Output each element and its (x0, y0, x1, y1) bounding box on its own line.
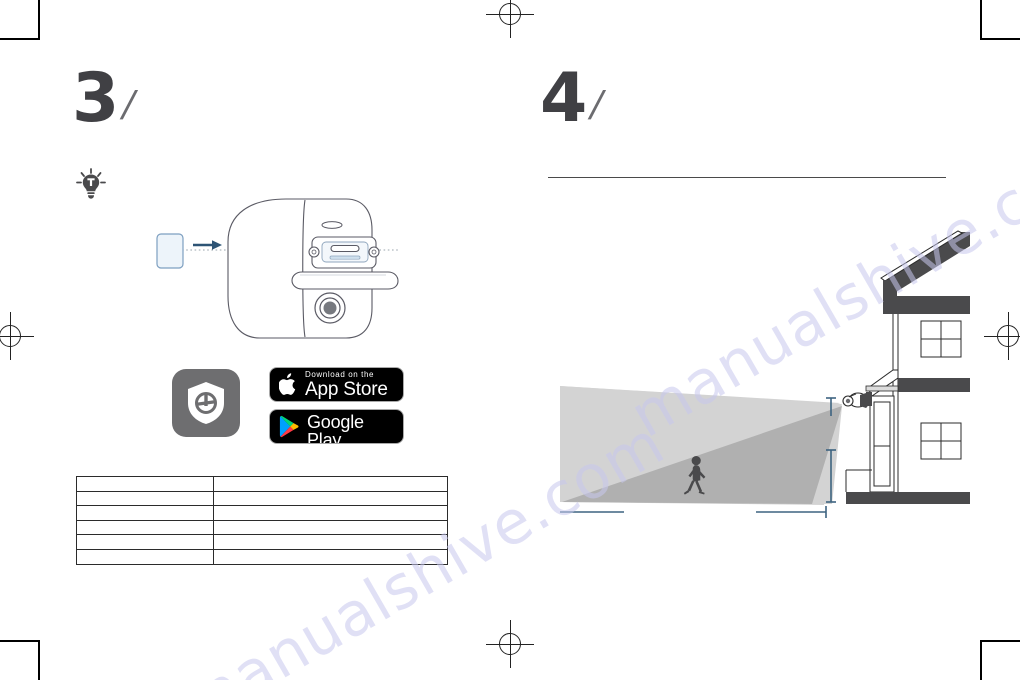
table-cell (213, 548, 448, 565)
google-play-badge[interactable]: GET IT ON Google Play (269, 409, 404, 444)
insert-arrow (193, 240, 222, 250)
table-cell (75, 476, 215, 492)
step-3-slash: / (117, 84, 140, 128)
table-row (75, 490, 448, 507)
table-row (75, 534, 448, 550)
table-cell (75, 505, 215, 521)
table-cell (75, 490, 215, 507)
manual-page-spread: 3 / Download on the App Store Google Pla… (0, 0, 1020, 680)
app-store-badge-text: Download on the App Store (305, 369, 388, 400)
step-4-heading: 4 / (540, 59, 608, 138)
registration-mark-top (486, 0, 534, 38)
table-cell (213, 519, 448, 536)
shield-e-app-icon[interactable] (172, 369, 240, 437)
step-4-slash: / (585, 84, 608, 128)
step-3-heading: 3 / (72, 59, 140, 138)
google-play-triangle-icon (279, 415, 300, 438)
section-divider (548, 177, 946, 178)
apple-icon (279, 373, 298, 396)
table-cell (213, 476, 448, 492)
step-3-number: 3 (72, 59, 119, 138)
table-row (75, 505, 448, 521)
app-store-badge-title: App Store (305, 378, 388, 400)
table-cell (75, 519, 215, 536)
step-4-number: 4 (540, 59, 587, 138)
table-cell (75, 548, 215, 565)
lightbulb-icon (72, 166, 110, 209)
google-play-badge-text: GET IT ON Google Play (307, 410, 394, 444)
mounted-camera-icon (842, 392, 872, 408)
camera-sd-card-insert-illustration (150, 192, 410, 357)
table-cell (75, 534, 215, 550)
table-cell (213, 534, 448, 550)
table-cell (213, 490, 448, 507)
registration-mark-bottom (486, 620, 534, 668)
google-play-badge-title: Google Play (307, 411, 364, 444)
table-row (75, 548, 448, 565)
app-store-badge[interactable]: Download on the App Store (269, 367, 404, 402)
specification-table (75, 476, 448, 565)
registration-mark-right (984, 312, 1020, 360)
table-row (75, 519, 448, 536)
house-facade (845, 230, 970, 504)
registration-mark-left (0, 312, 34, 360)
table-row (75, 476, 448, 492)
camera-installation-coverage-diagram (540, 220, 970, 535)
app-store-badge-subtitle: Download on the (305, 369, 375, 379)
table-cell (213, 505, 448, 521)
